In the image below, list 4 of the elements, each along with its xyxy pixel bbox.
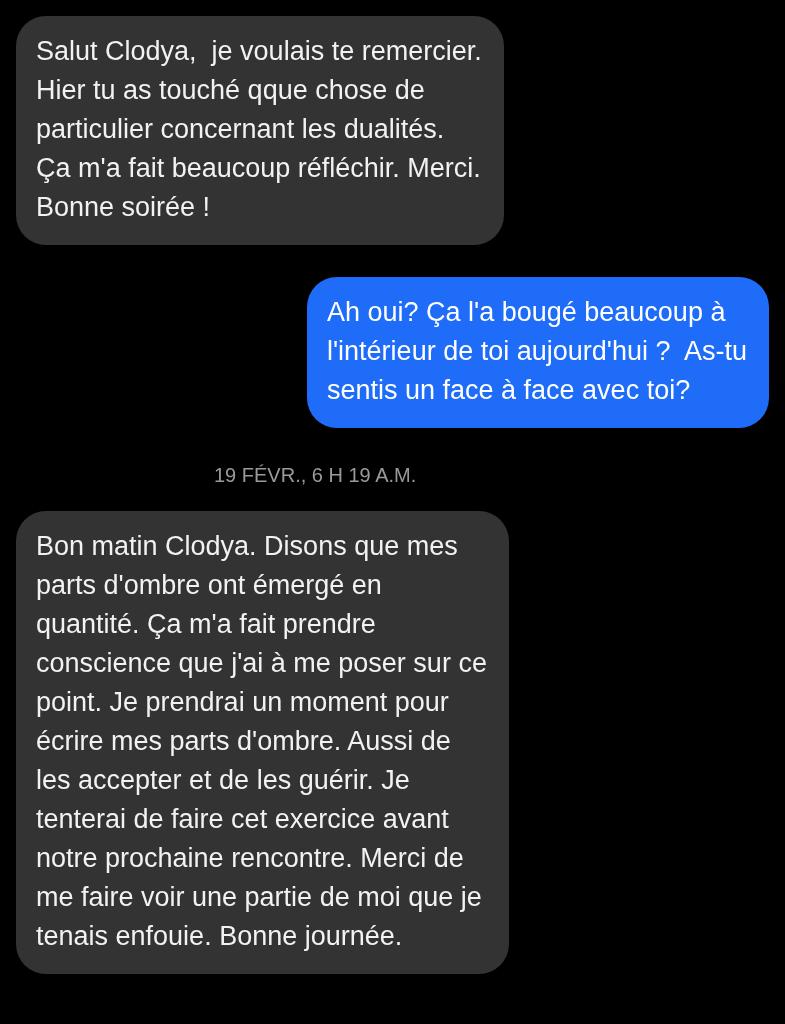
- received-message: Bon matin Clodya. Disons que mes parts d'ombre ont émergé en quantité. Ça m'a fait prendre conscience que j'ai à me poser sur ce point. Je prendrai un moment pour écrire mes parts d'ombre. Aussi de les accepter et de les guérir. Je tenterai de faire cet exercice avant notre prochaine rencontre. Merci de me faire voir une partie de moi que je tenais enfouie. Bonne journée.: [16, 511, 509, 974]
- received-message: Salut Clodya, je voulais te remercier. Hier tu as touché qque chose de particulier concernant les dualités. Ça m'a fait beaucoup réfléchir. Merci. Bonne soirée !: [16, 16, 504, 245]
- sent-message: Ah oui? Ça l'a bougé beaucoup à l'intérieur de toi aujourd'hui ? As-tu sentis un face à face avec toi?: [306, 277, 769, 428]
- timestamp: 19 FÉVR., 6 H 19 A.M.: [214, 464, 417, 487]
